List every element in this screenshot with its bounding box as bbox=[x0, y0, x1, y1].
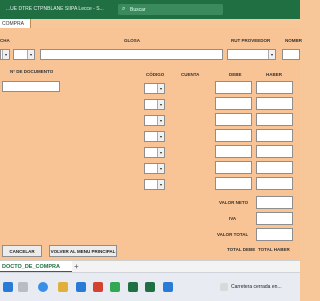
haber-label: HABER bbox=[266, 72, 283, 77]
fecha-label: CHA bbox=[0, 38, 10, 43]
search-box[interactable]: ⌕ Buscar bbox=[118, 4, 223, 15]
fecha-month-select[interactable]: ▾ bbox=[13, 49, 35, 60]
codigo-label: CÓDIGO bbox=[146, 72, 165, 77]
codigo-select[interactable]: ▾ bbox=[144, 83, 165, 94]
taskbar: Carretera cerrada en... bbox=[0, 272, 300, 301]
debe-input[interactable] bbox=[215, 129, 252, 142]
search-icon[interactable] bbox=[18, 282, 28, 292]
notification[interactable]: Carretera cerrada en... bbox=[220, 282, 300, 293]
n-documento-input[interactable] bbox=[2, 81, 60, 92]
haber-input[interactable] bbox=[256, 177, 293, 190]
total-haber-label: TOTAL HABER bbox=[258, 247, 290, 252]
iva-label: IVA bbox=[229, 216, 237, 221]
rut-proveedor-label: RUT PROVEEDOR bbox=[231, 38, 271, 43]
app-icon[interactable] bbox=[163, 282, 173, 292]
store-icon[interactable] bbox=[76, 282, 86, 292]
n-documento-label: N° DE DOCUMENTO bbox=[10, 69, 54, 74]
codigo-select[interactable]: ▾ bbox=[144, 163, 165, 174]
debe-input[interactable] bbox=[215, 113, 252, 126]
glosa-input[interactable] bbox=[40, 49, 223, 60]
codigo-select[interactable]: ▾ bbox=[144, 147, 165, 158]
compra-form: CHA GLOSA RUT PROVEEDOR NOMBR ▾ ▾ ▾ N° D… bbox=[0, 28, 302, 260]
valor-neto-label: VALOR NETO bbox=[219, 200, 249, 205]
add-sheet-icon[interactable]: + bbox=[74, 262, 79, 271]
folder-icon[interactable] bbox=[58, 282, 68, 292]
debe-input[interactable] bbox=[215, 81, 252, 94]
chevron-down-icon: ▾ bbox=[27, 50, 34, 59]
brave-icon[interactable] bbox=[93, 282, 103, 292]
start-icon[interactable] bbox=[3, 282, 13, 292]
valor-total-label: VALOR TOTAL bbox=[217, 232, 249, 237]
chevron-down-icon: ▾ bbox=[157, 132, 164, 141]
sheet-header-label: COMPRA bbox=[2, 21, 24, 27]
haber-input[interactable] bbox=[256, 129, 293, 142]
tab-label: DOCTO_DE_COMPRA bbox=[2, 264, 60, 270]
volver-menu-button[interactable]: VOLVER AL MENU PRINCIPAL bbox=[49, 245, 117, 257]
valor-total-input[interactable] bbox=[256, 228, 293, 241]
window-title: ...UE DTRE CTPNBLANE SIIPA Lecce - S... bbox=[6, 6, 104, 12]
excel-icon[interactable] bbox=[128, 282, 138, 292]
notification-icon bbox=[220, 283, 228, 291]
glosa-label: GLOSA bbox=[124, 38, 141, 43]
chevron-down-icon: ▾ bbox=[157, 116, 164, 125]
codigo-select[interactable]: ▾ bbox=[144, 115, 165, 126]
whatsapp-icon[interactable] bbox=[110, 282, 120, 292]
chevron-down-icon: ▾ bbox=[2, 50, 9, 59]
chevron-down-icon: ▾ bbox=[157, 148, 164, 157]
search-icon: ⌕ bbox=[122, 6, 126, 12]
rut-proveedor-select[interactable]: ▾ bbox=[227, 49, 276, 60]
edge-icon[interactable] bbox=[38, 282, 48, 292]
nombre-input[interactable] bbox=[282, 49, 300, 60]
debe-input[interactable] bbox=[215, 161, 252, 174]
haber-input[interactable] bbox=[256, 161, 293, 174]
cuenta-label: CUENTA bbox=[181, 72, 200, 77]
haber-input[interactable] bbox=[256, 113, 293, 126]
codigo-select[interactable]: ▾ bbox=[144, 99, 165, 110]
nombre-label: NOMBR bbox=[285, 38, 302, 43]
haber-input[interactable] bbox=[256, 97, 293, 110]
chevron-down-icon: ▾ bbox=[157, 180, 164, 189]
title-bar: ...UE DTRE CTPNBLANE SIIPA Lecce - S... … bbox=[0, 0, 300, 19]
debe-input[interactable] bbox=[215, 177, 252, 190]
sheet-header-cell: COMPRA bbox=[0, 19, 31, 28]
cancelar-button[interactable]: CANCELAR bbox=[2, 245, 42, 257]
notification-text: Carretera cerrada en... bbox=[231, 284, 282, 290]
haber-input[interactable] bbox=[256, 81, 293, 94]
valor-neto-input[interactable] bbox=[256, 196, 293, 209]
fecha-day-select[interactable]: ▾ bbox=[0, 49, 10, 60]
debe-input[interactable] bbox=[215, 97, 252, 110]
codigo-select[interactable]: ▾ bbox=[144, 179, 165, 190]
haber-input[interactable] bbox=[256, 145, 293, 158]
total-debe-label: TOTAL DEBE bbox=[227, 247, 256, 252]
iva-input[interactable] bbox=[256, 212, 293, 225]
excel-icon-2[interactable] bbox=[145, 282, 155, 292]
codigo-select[interactable]: ▾ bbox=[144, 131, 165, 142]
chevron-down-icon: ▾ bbox=[268, 50, 275, 59]
chevron-down-icon: ▾ bbox=[157, 84, 164, 93]
chevron-down-icon: ▾ bbox=[157, 164, 164, 173]
chevron-down-icon: ▾ bbox=[157, 100, 164, 109]
debe-label: DEBE bbox=[229, 72, 242, 77]
search-placeholder: Buscar bbox=[130, 7, 146, 13]
debe-input[interactable] bbox=[215, 145, 252, 158]
